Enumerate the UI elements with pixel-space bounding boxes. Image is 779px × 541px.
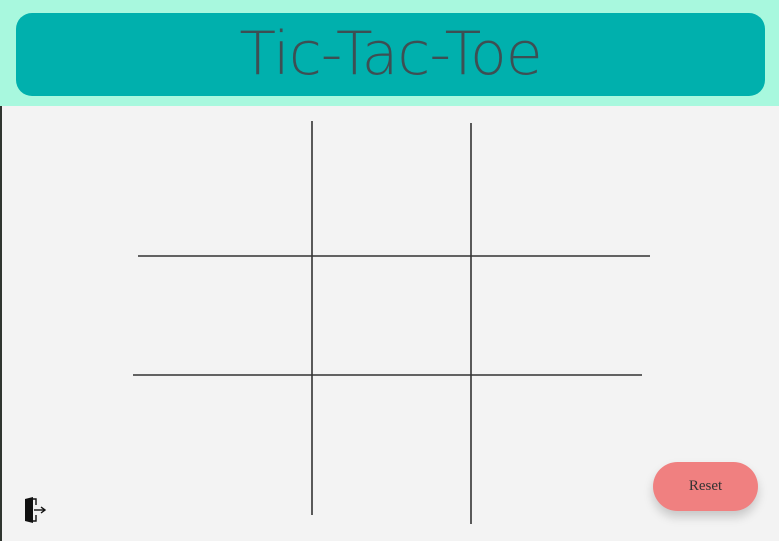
board-cell-9[interactable] <box>472 376 642 516</box>
board-cell-3[interactable] <box>472 122 650 255</box>
board-cell-5[interactable] <box>313 257 470 374</box>
reset-button[interactable]: Reset <box>653 462 758 511</box>
board-cell-2[interactable] <box>313 122 470 255</box>
board-cell-8[interactable] <box>313 376 470 516</box>
exit-door-icon[interactable] <box>22 495 48 525</box>
board-cell-1[interactable] <box>139 122 311 255</box>
board-cell-6[interactable] <box>472 257 647 374</box>
game-board <box>133 121 650 524</box>
board-cell-4[interactable] <box>136 257 311 374</box>
board-cell-7[interactable] <box>133 376 311 516</box>
